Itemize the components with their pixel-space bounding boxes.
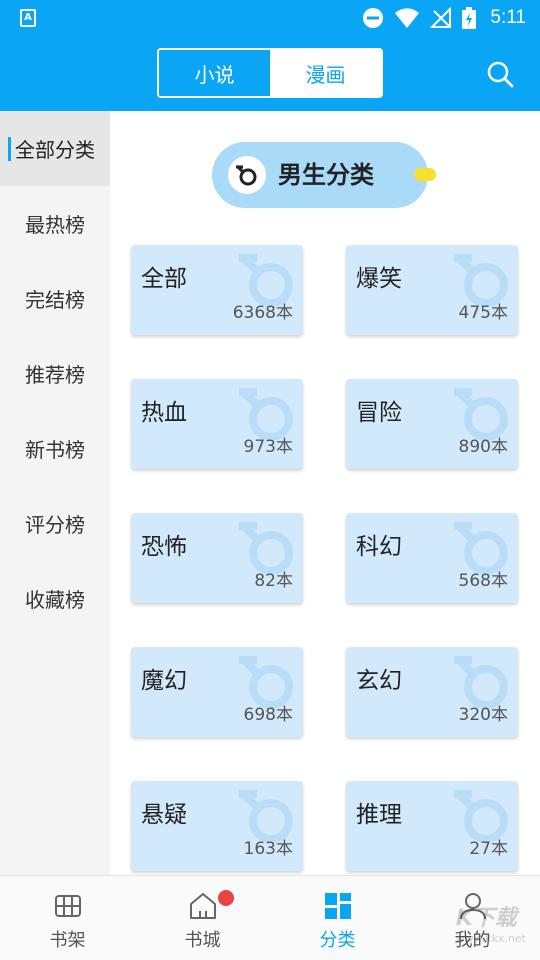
category-count: 27本: [469, 839, 508, 859]
sidebar-item-top-rated[interactable]: 评分榜: [0, 486, 110, 561]
status-icons: 5:11: [362, 4, 526, 32]
category-count: 973本: [243, 437, 293, 457]
male-category-header[interactable]: 男生分类: [212, 142, 428, 208]
status-bar: A 5:11: [0, 0, 540, 36]
category-sidebar: 全部分类 最热榜 完结榜 推荐榜 新书榜 评分榜 收藏榜: [0, 111, 110, 875]
notification-badge: [218, 890, 234, 906]
home-icon: [189, 893, 216, 919]
sidebar-item-hottest[interactable]: 最热榜: [0, 186, 110, 261]
category-card[interactable]: 玄幻 320本: [346, 647, 518, 737]
category-count: 890本: [458, 437, 508, 457]
category-count: 320本: [458, 705, 508, 725]
category-card[interactable]: 热血 973本: [131, 379, 303, 469]
nav-label-bookstore: 书城: [184, 930, 221, 951]
category-name: 全部: [141, 266, 187, 292]
battery-charging-icon: [462, 7, 477, 29]
site-watermark: K下载 www.kkx.net: [456, 900, 526, 945]
category-name: 魔幻: [141, 668, 187, 694]
tab-comic[interactable]: 漫画: [270, 50, 381, 96]
category-card[interactable]: 冒险 890本: [346, 379, 518, 469]
sidebar-item-new-books[interactable]: 新书榜: [0, 411, 110, 486]
sidebar-item-all-categories[interactable]: 全部分类: [0, 111, 110, 186]
no-signal-icon: [430, 7, 452, 28]
tab-novel[interactable]: 小说: [159, 50, 270, 96]
category-grid-icon: [324, 893, 351, 919]
category-name: 恐怖: [141, 534, 187, 560]
nav-label-category: 分类: [319, 930, 356, 951]
male-symbol-icon: [228, 156, 266, 194]
category-card[interactable]: 悬疑 163本: [131, 781, 303, 871]
content-type-toggle: 小说 漫画: [157, 48, 383, 98]
category-card[interactable]: 恐怖 82本: [131, 513, 303, 603]
category-card[interactable]: 推理 27本: [346, 781, 518, 871]
nav-bookstore[interactable]: 书城: [135, 876, 270, 960]
sidebar-item-completed[interactable]: 完结榜: [0, 261, 110, 336]
category-count: 82本: [254, 571, 293, 591]
category-name: 玄幻: [356, 668, 402, 694]
category-name: 科幻: [356, 534, 402, 560]
nav-label-bookshelf: 书架: [49, 930, 86, 951]
pill-decoration-dot: [414, 168, 436, 181]
app-header: 小说 漫画: [0, 36, 540, 111]
category-count: 6368本: [232, 303, 293, 323]
do-not-disturb-icon: [363, 8, 384, 28]
category-count: 475本: [458, 303, 508, 323]
watermark-site: www.kkx.net: [455, 932, 526, 945]
category-count: 568本: [458, 571, 508, 591]
category-card[interactable]: 全部 6368本: [131, 245, 303, 335]
category-name: 推理: [356, 802, 402, 828]
watermark-text: K下载: [455, 906, 517, 931]
bookshelf-icon: [54, 895, 81, 917]
category-card[interactable]: 科幻 568本: [346, 513, 518, 603]
sidebar-item-most-favorited[interactable]: 收藏榜: [0, 561, 110, 636]
status-time: 5:11: [490, 7, 526, 28]
category-count: 163本: [243, 839, 293, 859]
category-name: 热血: [141, 400, 187, 426]
nav-bookshelf[interactable]: 书架: [0, 876, 135, 960]
category-name: 爆笑: [356, 266, 402, 292]
app-notification-icon: A: [20, 9, 36, 27]
wifi-icon: [395, 8, 420, 28]
category-name: 冒险: [356, 400, 402, 426]
category-name: 悬疑: [141, 802, 187, 828]
sidebar-item-recommended[interactable]: 推荐榜: [0, 336, 110, 411]
nav-category[interactable]: 分类: [270, 876, 405, 960]
category-card[interactable]: 魔幻 698本: [131, 647, 303, 737]
category-content: 男生分类 全部 6368本 爆笑 475本热血 973本 冒险 890本恐怖 82本 科幻 568…: [110, 111, 540, 875]
category-count: 698本: [243, 705, 293, 725]
search-icon[interactable]: [486, 60, 514, 88]
section-title: 男生分类: [278, 161, 374, 189]
category-card[interactable]: 爆笑 475本: [346, 245, 518, 335]
